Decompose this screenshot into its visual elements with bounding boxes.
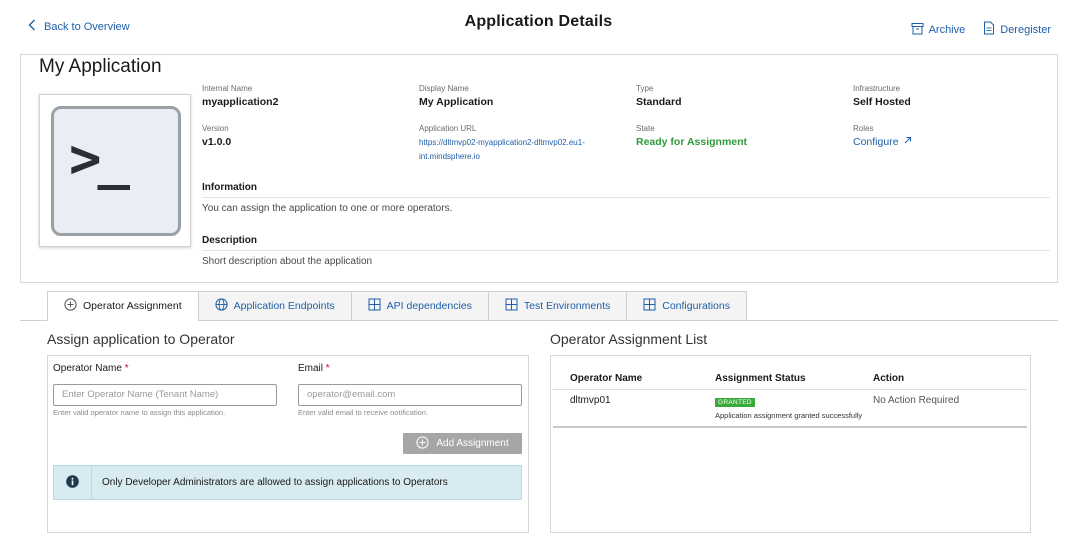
add-assignment-button[interactable]: Add Assignment <box>403 433 522 454</box>
operator-name-input[interactable]: Enter Operator Name (Tenant Name) <box>53 384 277 406</box>
operator-name-label-text: Operator Name <box>53 363 122 374</box>
application-url-line1: https://dltmvp02-myapplication2-dltmvp02… <box>419 138 585 147</box>
email-hint: Enter valid email to receive notificatio… <box>298 408 429 417</box>
tab-api-dependencies[interactable]: API dependencies <box>350 291 488 321</box>
display-name-field: Display Name My Application <box>419 84 493 108</box>
status-badge: GRANTED <box>715 398 755 407</box>
tab-label: Configurations <box>662 300 730 312</box>
email-label-text: Email <box>298 363 324 374</box>
app-name-title: My Application <box>39 56 162 77</box>
information-text: You can assign the application to one or… <box>202 203 453 214</box>
row-action: No Action Required <box>873 395 960 406</box>
description-text: Short description about the application <box>202 256 373 267</box>
operator-name-hint: Enter valid operator name to assign this… <box>53 408 226 417</box>
plus-circle-icon <box>64 298 77 314</box>
application-url-label: Application URL <box>419 124 477 133</box>
info-text: Only Developer Administrators are allowe… <box>102 477 448 488</box>
internal-name-value: myapplication2 <box>202 96 279 108</box>
information-divider <box>202 197 1050 198</box>
globe-icon <box>215 298 228 314</box>
type-field: Type Standard <box>636 84 682 108</box>
col-assignment-status: Assignment Status <box>715 373 806 384</box>
internal-name-label: Internal Name <box>202 84 253 93</box>
tab-configurations[interactable]: Configurations <box>626 291 747 321</box>
col-operator-name: Operator Name <box>570 373 643 384</box>
tab-operator-assignment[interactable]: Operator Assignment <box>47 291 198 321</box>
state-field: State Ready for Assignment <box>636 124 747 148</box>
email-label: Email * <box>298 363 330 374</box>
archive-icon <box>911 22 924 38</box>
application-url-field: Application URL https://dltmvp02-myappli… <box>419 124 599 164</box>
app-icon-frame: >_ <box>39 94 191 247</box>
deregister-button[interactable]: Deregister <box>983 21 1051 38</box>
state-value: Ready for Assignment <box>636 136 748 148</box>
information-heading: Information <box>202 182 257 193</box>
tab-label: Test Environments <box>523 300 611 312</box>
info-notice: Only Developer Administrators are allowe… <box>53 465 522 500</box>
list-heading: Operator Assignment List <box>550 331 708 347</box>
roles-configure-link[interactable]: Configure <box>853 136 912 148</box>
required-mark: * <box>325 363 330 374</box>
tab-label: API dependencies <box>386 300 472 312</box>
tab-label: Application Endpoints <box>233 300 335 312</box>
infrastructure-label: Infrastructure <box>853 84 901 93</box>
grid-icon <box>368 298 381 314</box>
application-url-link[interactable]: https://dltmvp02-myapplication2-dltmvp02… <box>419 136 599 164</box>
internal-name-field: Internal Name myapplication2 <box>202 84 278 108</box>
archive-label: Archive <box>928 23 966 36</box>
version-field: Version v1.0.0 <box>202 124 231 148</box>
operator-name-label: Operator Name * <box>53 363 129 374</box>
terminal-glyph: >_ <box>69 127 130 190</box>
version-value: v1.0.0 <box>202 136 232 148</box>
tab-label: Operator Assignment <box>83 300 182 312</box>
configure-label: Configure <box>853 136 899 148</box>
plus-circle-icon <box>416 435 429 452</box>
terminal-icon: >_ <box>51 106 181 236</box>
tab-bar: Operator Assignment Application Endpoint… <box>47 291 747 321</box>
grid-icon <box>643 298 656 314</box>
tab-test-environments[interactable]: Test Environments <box>487 291 627 321</box>
infrastructure-value: Self Hosted <box>853 96 911 108</box>
tab-application-endpoints[interactable]: Application Endpoints <box>197 291 351 321</box>
version-label: Version <box>202 124 229 133</box>
application-url-line2: int.mindsphere.io <box>419 152 480 161</box>
email-input[interactable]: operator@email.com <box>298 384 522 406</box>
type-label: Type <box>636 84 654 93</box>
display-name-label: Display Name <box>419 84 469 93</box>
status-badge-wrap: GRANTED <box>715 395 755 407</box>
required-mark: * <box>124 363 129 374</box>
info-icon <box>66 474 79 491</box>
state-label: State <box>636 124 655 133</box>
type-value: Standard <box>636 96 682 108</box>
col-action: Action <box>873 373 905 384</box>
status-note: Application assignment granted successfu… <box>715 411 863 420</box>
grid-icon <box>505 298 518 314</box>
row-operator-name: dltmvp01 <box>570 395 611 406</box>
roles-label: Roles <box>853 124 874 133</box>
deregister-label: Deregister <box>1000 23 1051 36</box>
table-bottom-divider <box>553 426 1027 428</box>
archive-button[interactable]: Archive <box>911 21 966 38</box>
info-icon-cell <box>54 466 92 499</box>
infrastructure-field: Infrastructure Self Hosted <box>853 84 911 108</box>
description-divider <box>202 250 1050 251</box>
roles-field: Roles Configure <box>853 124 912 148</box>
assign-heading: Assign application to Operator <box>47 331 235 347</box>
display-name-value: My Application <box>419 96 494 108</box>
external-link-icon <box>903 136 912 148</box>
description-heading: Description <box>202 235 258 246</box>
add-assignment-label: Add Assignment <box>436 438 509 449</box>
document-icon <box>983 21 995 38</box>
